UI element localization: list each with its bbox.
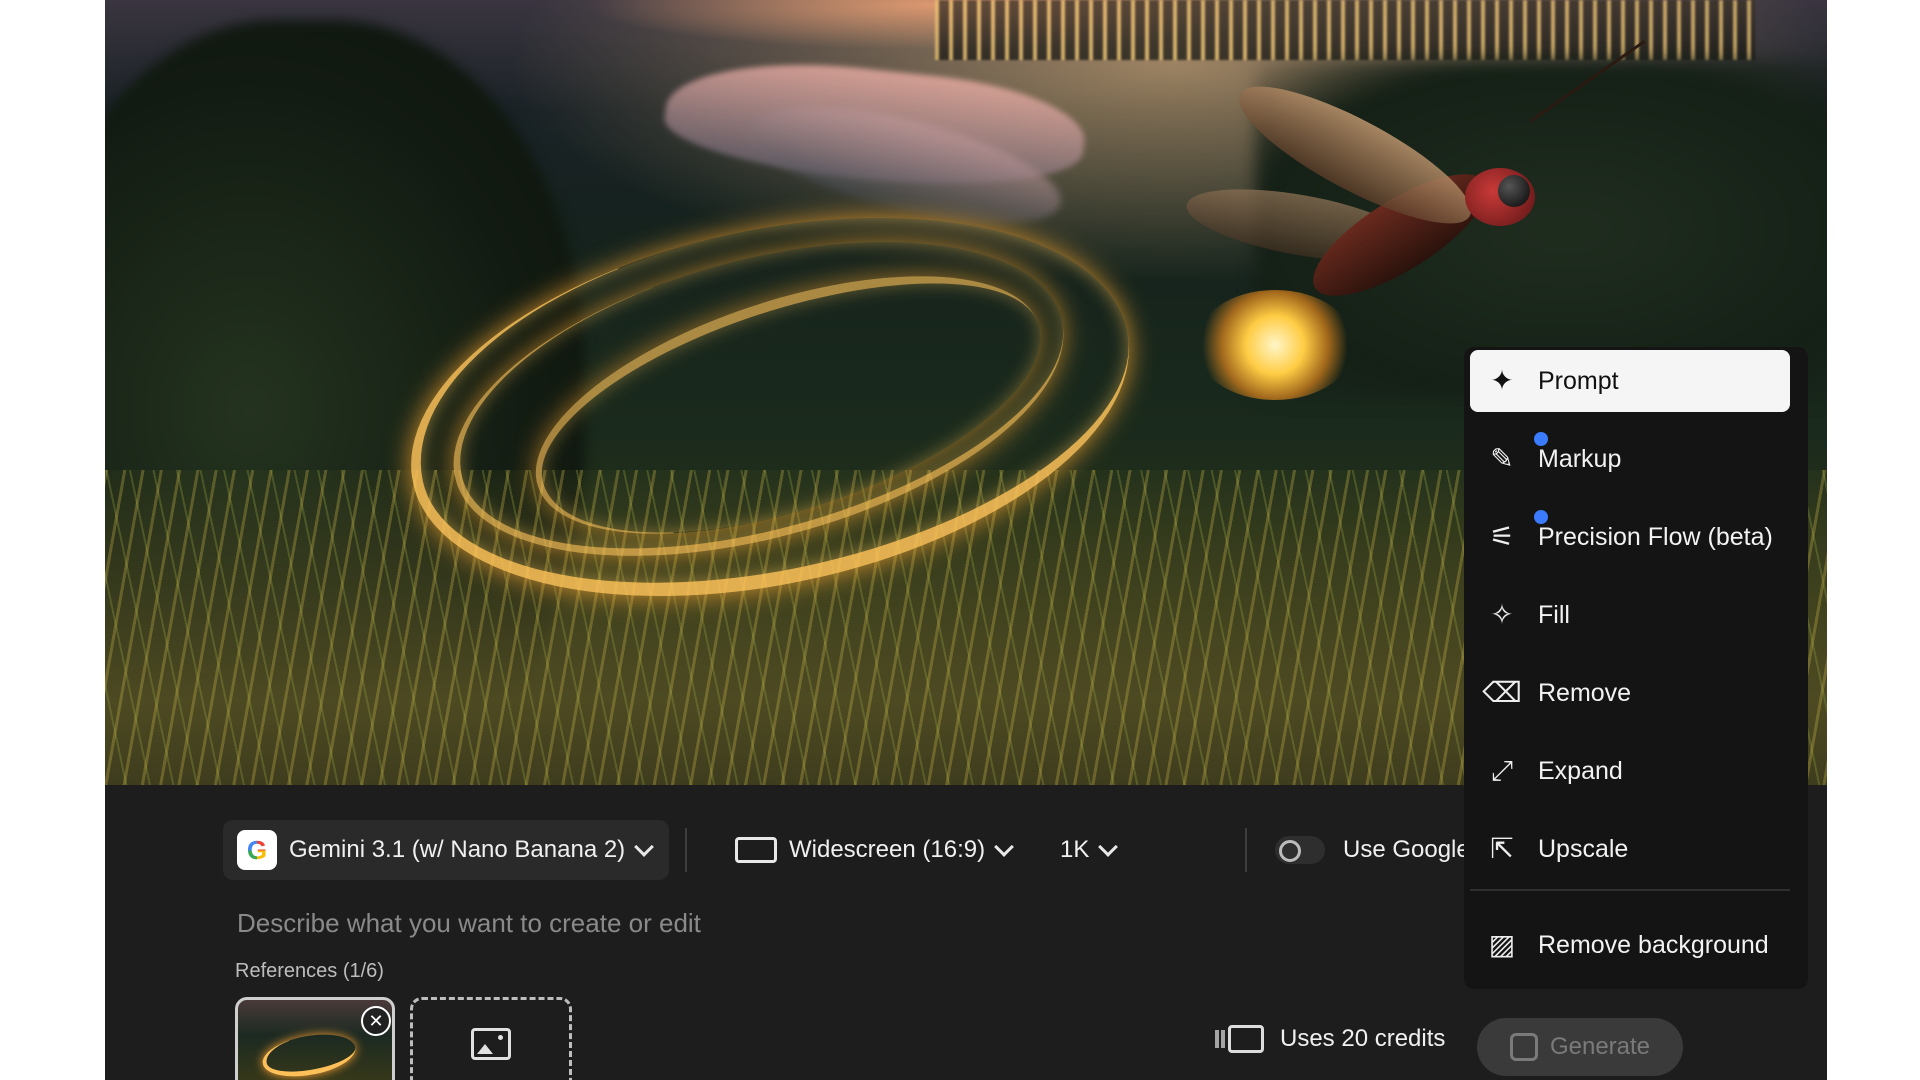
credits-icon <box>1221 1025 1264 1053</box>
prompt-input[interactable] <box>235 900 1139 946</box>
new-badge <box>1534 432 1548 446</box>
aspect-ratio-icon <box>735 837 777 863</box>
chevron-down-icon <box>634 837 655 857</box>
remove-background-icon: ▨ <box>1488 929 1516 960</box>
tools-menu: ✦ Prompt ✎ Markup ⚟ Precision Flow (beta… <box>1464 347 1808 989</box>
chevron-down-icon <box>1098 837 1119 857</box>
menu-item-label: Upscale <box>1538 834 1629 863</box>
generate-label: Generate <box>1549 1033 1651 1060</box>
menu-item-label: Markup <box>1538 444 1622 473</box>
aspect-ratio-selector[interactable]: Widescreen (16:9) <box>735 820 1014 880</box>
model-label: Gemini 3.1 (w/ Nano Banana 2) <box>289 836 626 863</box>
menu-item-label: Remove background <box>1538 930 1769 959</box>
expand-icon: ⤢ <box>1490 755 1514 786</box>
menu-item-label: Fill <box>1538 600 1570 629</box>
menu-item-label: Remove <box>1538 678 1632 707</box>
generate-icon <box>1509 1033 1538 1061</box>
image-icon <box>471 1028 511 1060</box>
credits-label: Uses 20 credits <box>1280 1025 1446 1052</box>
aspect-ratio-label: Widescreen (16:9) <box>789 836 986 863</box>
credits-indicator: Uses 20 credits <box>1221 1025 1446 1053</box>
thumbnail-light-trail <box>259 1028 359 1080</box>
fill-icon: ✧ <box>1490 599 1514 630</box>
generate-button[interactable]: Generate <box>1477 1018 1683 1076</box>
precision-flow-icon: ⚟ <box>1489 521 1515 552</box>
menu-item-label: Precision Flow (beta) <box>1538 522 1773 551</box>
divider <box>685 828 687 872</box>
menu-divider <box>1470 889 1790 891</box>
menu-item-label: Prompt <box>1538 366 1619 395</box>
menu-item-fill[interactable]: ✧ Fill <box>1470 584 1790 646</box>
menu-item-prompt[interactable]: ✦ Prompt <box>1470 350 1790 412</box>
google-search-toggle[interactable] <box>1275 836 1325 864</box>
resolution-label: 1K <box>1060 836 1090 863</box>
add-reference-button[interactable] <box>410 997 572 1080</box>
remove-reference-icon[interactable]: ✕ <box>361 1006 391 1036</box>
menu-item-remove[interactable]: ⌫ Remove <box>1470 662 1790 724</box>
menu-item-label: Expand <box>1538 756 1623 785</box>
prompt-icon: ✦ <box>1490 365 1514 396</box>
upscale-icon: ⇱ <box>1490 833 1514 864</box>
firefly-glow <box>1195 290 1355 400</box>
divider <box>1245 828 1247 872</box>
menu-item-remove-background[interactable]: ▨ Remove background <box>1470 914 1790 976</box>
menu-item-expand[interactable]: ⤢ Expand <box>1470 740 1790 802</box>
markup-icon: ✎ <box>1490 443 1514 474</box>
remove-icon: ⌫ <box>1482 677 1522 708</box>
google-logo-icon: G <box>237 830 277 870</box>
firefly-eye <box>1498 175 1530 207</box>
resolution-selector[interactable]: 1K <box>1060 820 1119 880</box>
menu-item-precision-flow[interactable]: ⚟ Precision Flow (beta) <box>1470 506 1790 568</box>
menu-item-upscale[interactable]: ⇱ Upscale <box>1470 818 1790 880</box>
menu-item-markup[interactable]: ✎ Markup <box>1470 428 1790 490</box>
chevron-down-icon <box>994 837 1014 857</box>
new-badge <box>1534 510 1548 524</box>
references-label: References (1/6) <box>235 960 384 982</box>
model-selector[interactable]: G Gemini 3.1 (w/ Nano Banana 2) <box>223 820 670 880</box>
